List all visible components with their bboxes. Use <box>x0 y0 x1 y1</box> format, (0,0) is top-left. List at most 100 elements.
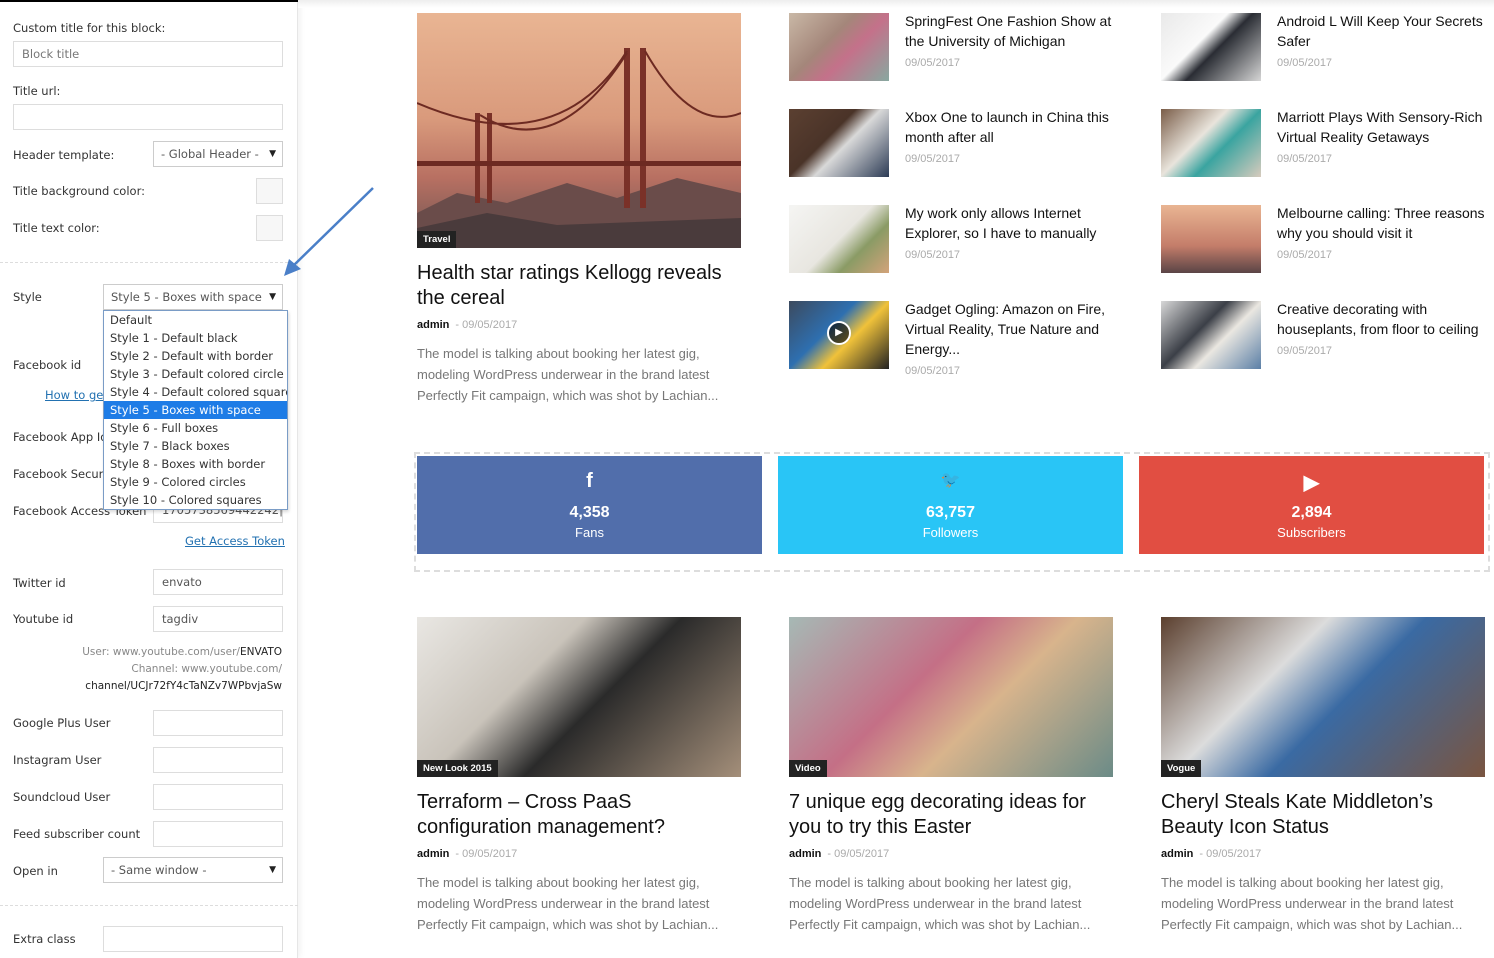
small-post-thumbnail[interactable]: ▶ <box>789 301 889 369</box>
bottom-post-meta: admin - 09/05/2017 <box>417 848 518 860</box>
category-tag[interactable]: Travel <box>417 231 457 248</box>
chevron-down-icon: ▼ <box>269 292 276 302</box>
style-option[interactable]: Default <box>104 311 287 329</box>
post-date: 09/05/2017 <box>462 848 518 860</box>
post-date: 09/05/2017 <box>834 848 890 860</box>
post-date: 09/05/2017 <box>1206 848 1262 860</box>
social-count: 2,894 <box>1291 504 1332 521</box>
style-dropdown-list[interactable]: Default Style 1 - Default black Style 2 - … <box>103 310 288 510</box>
category-tag[interactable]: Video <box>789 760 827 777</box>
bottom-post-title[interactable]: Terraform – Cross PaaS configuration man… <box>417 790 747 840</box>
get-access-token-link[interactable]: Get Access Token <box>185 534 285 548</box>
divider <box>0 905 298 906</box>
category-tag[interactable]: Vogue <box>1161 760 1202 777</box>
small-post-thumbnail[interactable] <box>789 13 889 81</box>
facebook-icon: f <box>586 470 593 492</box>
post-author[interactable]: admin <box>417 848 449 860</box>
bottom-post-excerpt: The model is talking about booking her l… <box>789 875 1091 932</box>
bottom-post-title[interactable]: Cheryl Steals Kate Middleton’s Beauty Ic… <box>1161 790 1491 840</box>
small-post-title[interactable]: Melbourne calling: Three reasons why you… <box>1277 203 1492 243</box>
bottom-post-excerpt: The model is talking about booking her l… <box>417 875 719 932</box>
extra-class-label: Extra class <box>13 932 76 946</box>
youtube-id-input[interactable]: tagdiv <box>153 606 283 632</box>
small-post-title[interactable]: Marriott Plays With Sensory-Rich Virtual… <box>1277 107 1492 147</box>
title-bg-color-label: Title background color: <box>13 184 145 198</box>
open-in-value: - Same window - <box>111 863 207 877</box>
social-counter-twitter[interactable]: 🐦 63,757 Followers <box>778 456 1123 554</box>
block-settings-panel: Custom title for this block: Block title… <box>0 0 374 958</box>
social-count: 4,358 <box>569 504 610 521</box>
how-to-get-link[interactable]: How to get <box>45 388 108 402</box>
style-option[interactable]: Style 8 - Boxes with border <box>104 455 287 473</box>
bottom-post-image[interactable]: Vogue <box>1161 617 1485 777</box>
style-label: Style <box>13 290 42 304</box>
top-shadow <box>298 0 1494 8</box>
title-url-label: Title url: <box>13 84 61 98</box>
panel-top-border <box>0 0 298 2</box>
featured-post-image[interactable]: Travel <box>417 13 741 248</box>
small-post-date: 09/05/2017 <box>905 365 961 377</box>
post-author[interactable]: admin <box>417 319 449 331</box>
small-post-title[interactable]: Android L Will Keep Your Secrets Safer <box>1277 11 1492 51</box>
small-post-title[interactable]: SpringFest One Fashion Show at the Unive… <box>905 11 1120 51</box>
style-select-value: Style 5 - Boxes with space <box>111 290 262 304</box>
title-text-color-swatch[interactable] <box>256 215 283 241</box>
style-option[interactable]: Style 4 - Default colored square <box>104 383 287 401</box>
title-bg-color-swatch[interactable] <box>256 178 283 204</box>
bottom-post-excerpt: The model is talking about booking her l… <box>1161 875 1463 932</box>
style-option[interactable]: Style 1 - Default black <box>104 329 287 347</box>
style-option[interactable]: Style 10 - Colored squares <box>104 491 287 509</box>
youtube-hint-channel-id: channel/UCJr72fY4cTaNZv7WPbvjaSw <box>85 680 282 692</box>
header-template-select[interactable]: - Global Header - ▼ <box>153 141 283 167</box>
extra-class-input[interactable] <box>103 926 283 952</box>
social-counter-youtube[interactable]: ▶ 2,894 Subscribers <box>1139 456 1484 554</box>
annotation-arrow-icon <box>284 187 374 276</box>
title-url-input[interactable] <box>13 104 283 130</box>
small-post-thumbnail[interactable] <box>1161 109 1261 177</box>
open-in-select[interactable]: - Same window - ▼ <box>103 857 283 883</box>
custom-title-input[interactable]: Block title <box>13 41 283 67</box>
small-post-thumbnail[interactable] <box>1161 301 1261 369</box>
style-option[interactable]: Style 9 - Colored circles <box>104 473 287 491</box>
small-post-date: 09/05/2017 <box>1277 153 1333 165</box>
instagram-input[interactable] <box>153 747 283 773</box>
feed-count-input[interactable] <box>153 821 283 847</box>
small-post-title[interactable]: Creative decorating with houseplants, fr… <box>1277 299 1492 339</box>
small-post-thumbnail[interactable] <box>1161 13 1261 81</box>
header-template-label: Header template: <box>13 148 115 162</box>
small-post-title[interactable]: My work only allows Internet Explorer, s… <box>905 203 1120 243</box>
style-option[interactable]: Style 7 - Black boxes <box>104 437 287 455</box>
bottom-post-image[interactable]: New Look 2015 <box>417 617 741 777</box>
style-option[interactable]: Style 5 - Boxes with space <box>104 401 287 419</box>
custom-title-label: Custom title for this block: <box>13 21 166 35</box>
post-author[interactable]: admin <box>1161 848 1193 860</box>
google-plus-input[interactable] <box>153 710 283 736</box>
bottom-post-image[interactable]: Video <box>789 617 1113 777</box>
bottom-post-meta: admin - 09/05/2017 <box>1161 848 1262 860</box>
post-author[interactable]: admin <box>789 848 821 860</box>
small-post-date: 09/05/2017 <box>905 153 961 165</box>
category-tag[interactable]: New Look 2015 <box>417 760 498 777</box>
social-unit: Followers <box>922 525 979 540</box>
open-in-label: Open in <box>13 864 58 878</box>
soundcloud-label: Soundcloud User <box>13 790 111 804</box>
social-counter-facebook[interactable]: f 4,358 Fans <box>417 456 762 554</box>
youtube-hint-user: User: www.youtube.com/user/ENVATO <box>82 646 282 658</box>
style-option[interactable]: Style 2 - Default with border <box>104 347 287 365</box>
small-post-title[interactable]: Gadget Ogling: Amazon on Fire, Virtual R… <box>905 299 1120 359</box>
small-post-thumbnail[interactable] <box>1161 205 1261 273</box>
featured-post-meta: admin - 09/05/2017 <box>417 319 518 331</box>
featured-post-title[interactable]: Health star ratings Kellogg reveals the … <box>417 261 747 311</box>
style-option[interactable]: Style 3 - Default colored circle <box>104 365 287 383</box>
style-option[interactable]: Style 6 - Full boxes <box>104 419 287 437</box>
style-select[interactable]: Style 5 - Boxes with space ▼ <box>103 284 283 310</box>
soundcloud-input[interactable] <box>153 784 283 810</box>
twitter-id-input[interactable]: envato <box>153 569 283 595</box>
small-post-date: 09/05/2017 <box>905 57 961 69</box>
facebook-id-label: Facebook id <box>13 358 82 372</box>
small-post-title[interactable]: Xbox One to launch in China this month a… <box>905 107 1120 147</box>
small-post-thumbnail[interactable] <box>789 205 889 273</box>
bottom-post-title[interactable]: 7 unique egg decorating ideas for you to… <box>789 790 1119 840</box>
small-post-thumbnail[interactable] <box>789 109 889 177</box>
twitter-id-label: Twitter id <box>13 576 66 590</box>
